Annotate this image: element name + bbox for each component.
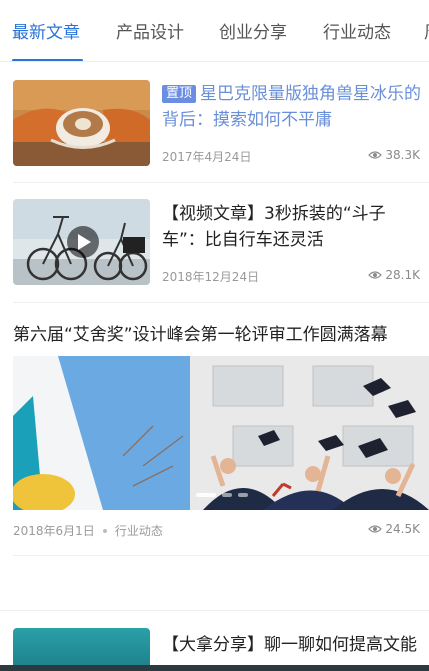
tab-industry-news[interactable]: 行业动态 bbox=[323, 18, 391, 43]
separator-dot bbox=[102, 528, 107, 533]
tab-product-design[interactable]: 产品设计 bbox=[116, 18, 184, 43]
view-count-value: 38.3K bbox=[385, 148, 420, 162]
tab-latest[interactable]: 最新文章 bbox=[12, 18, 80, 43]
article-date: 2018年12月24日 bbox=[162, 270, 260, 284]
article-title[interactable]: 【大拿分享】聊一聊如何提高文能 bbox=[162, 630, 417, 655]
eye-icon bbox=[368, 151, 383, 159]
active-tab-indicator bbox=[12, 59, 83, 61]
eye-icon bbox=[368, 525, 383, 533]
carousel-indicator[interactable] bbox=[196, 493, 248, 497]
featured-article-title[interactable]: 第六届“艾舍奖”设计峰会第一轮评审工作圆满落幕 bbox=[13, 320, 388, 345]
article-date: 2017年4月24日 bbox=[162, 150, 252, 164]
article-title-text: 星巴克限量版独角兽星冰乐的背后：摸索如何不平庸 bbox=[162, 84, 422, 130]
divider bbox=[13, 302, 429, 303]
article-category[interactable]: 行业动态 bbox=[115, 522, 163, 539]
article-thumbnail[interactable] bbox=[13, 80, 150, 166]
carousel-dot-active[interactable] bbox=[196, 493, 216, 497]
pinned-badge: 置顶 bbox=[162, 85, 197, 103]
tab-more[interactable]: 周 bbox=[424, 18, 429, 43]
view-count-value: 24.5K bbox=[385, 522, 420, 536]
carousel-dot[interactable] bbox=[238, 493, 248, 497]
divider bbox=[13, 182, 429, 183]
featured-meta: 2018年6月1日 行业动态 bbox=[13, 522, 163, 539]
article-title[interactable]: 【视频文章】3秒拆装的“斗子车”：比自行车还灵活 bbox=[162, 201, 426, 253]
featured-banner-carousel[interactable] bbox=[13, 356, 429, 510]
view-count-value: 28.1K bbox=[385, 268, 420, 282]
view-count: 38.3K bbox=[368, 148, 420, 162]
article-date: 2018年6月1日 bbox=[13, 524, 95, 538]
carousel-dot[interactable] bbox=[222, 493, 232, 497]
category-tabs: 最新文章 产品设计 创业分享 行业动态 周 bbox=[0, 0, 429, 62]
view-count: 28.1K bbox=[368, 268, 420, 282]
article-title[interactable]: 置顶 星巴克限量版独角兽星冰乐的背后：摸索如何不平庸 bbox=[162, 81, 426, 133]
bottom-bar bbox=[0, 665, 429, 671]
view-count: 24.5K bbox=[368, 522, 420, 536]
divider bbox=[13, 555, 429, 556]
tab-startup-sharing[interactable]: 创业分享 bbox=[219, 18, 287, 43]
section-divider bbox=[0, 610, 429, 611]
eye-icon bbox=[368, 271, 383, 279]
video-thumbnail[interactable] bbox=[13, 199, 150, 285]
